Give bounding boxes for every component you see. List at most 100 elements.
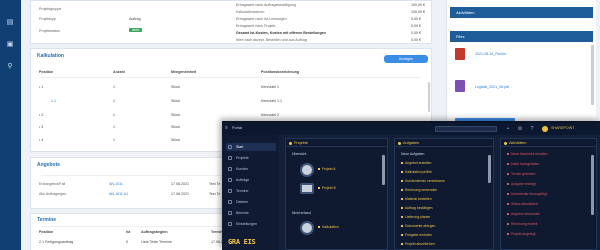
nav-item-customers[interactable]: Kunden [226,165,276,173]
file-name[interactable]: 2021-08-18_Rechn... [475,52,509,56]
column-header[interactable]: Position [39,70,53,74]
scrollbar[interactable] [591,155,594,215]
column-header[interactable]: Termin [211,230,223,234]
status-badge: aktiv [129,28,143,32]
section-title: Angebote [37,162,61,168]
task-item[interactable]: Kalkulation prüfen [401,170,432,174]
cell-qty: 1 [113,113,115,117]
folder-icon [228,156,232,160]
field-label: Kalkulationsstrom [236,10,265,14]
section-title: Kalkulation [37,53,64,59]
activity-item[interactable]: Aufgabe erledigt [507,182,536,186]
list-item[interactable]: Projekt A [318,167,336,171]
activity-item[interactable]: Status aktualisiert [507,202,538,206]
scrollbar[interactable] [488,155,491,183]
activity-item[interactable]: Kommentar hinzugefügt [507,192,547,196]
activity-item[interactable]: Rechnung erstellt [507,222,537,226]
app-sidebar: ▤ ▣ ⚲ [0,0,21,250]
column-header[interactable]: Position [39,230,53,234]
activities-header[interactable]: Aktivitäten [450,7,593,18]
scrollbar[interactable] [428,82,430,112]
nav-item-reports[interactable]: Berichte [226,209,276,217]
image-file-icon [455,80,465,92]
help-icon[interactable]: ? [529,126,535,132]
scrollbar[interactable] [382,155,385,185]
project-avatar-icon[interactable] [300,163,314,177]
gear-icon [228,222,232,226]
calendar-icon [228,189,232,193]
scrollbar[interactable] [591,45,594,105]
person-icon[interactable]: ⚲ [5,62,15,71]
nav-item-dates[interactable]: Termine [226,187,276,195]
task-item[interactable]: Lieferung planen [401,215,430,219]
activity-item[interactable]: Angebot versendet [507,212,539,216]
activity-item[interactable]: Datei hochgeladen [507,162,539,166]
column-header[interactable]: Auftragsbeginn [141,230,168,234]
overlay-app-window: ≡ Portal • ⚙ ? SHAREPOINT Start Projekte… [222,121,600,250]
task-item[interactable]: Freigabe einholen [401,233,432,237]
nav-label: Berichte [236,211,249,215]
settings-icon[interactable]: ⚙ [517,126,523,132]
task-item[interactable]: Dokumente ablegen [401,224,435,228]
show-button[interactable]: Anzeigen [384,55,428,63]
cell-start: Liste Texte Termine [141,240,172,244]
task-item[interactable]: Kundentermin vereinbaren [401,179,445,183]
activity-item[interactable]: Projekt angelegt [507,232,536,236]
briefcase-icon[interactable]: ▣ [5,40,15,49]
calc-avatar-icon[interactable] [300,221,314,235]
nav-item-projects[interactable]: Projekte [226,154,276,162]
search-input[interactable] [435,126,497,132]
company-logo: GRA EIS [228,238,256,246]
offer-link[interactable]: AN-1011 [109,182,123,186]
activity-item[interactable]: Neue Nachricht erhalten [507,152,548,156]
column-header[interactable]: Anzahl [113,70,125,74]
menu-icon[interactable]: ≡ [225,126,230,131]
project-summary-panel: Projektgruppe Projektsyp Auftrag Projekt… [30,0,432,44]
nav-item-start[interactable]: Start [226,143,276,151]
task-item[interactable]: Auftrag bestätigen [401,206,433,210]
section-title: Termine [37,217,57,223]
project-image-icon[interactable] [300,183,314,194]
field-value: 100,00 € [411,3,425,7]
list-item[interactable]: Kalkulation [318,225,339,229]
task-item[interactable]: Angebot erstellen [401,161,431,165]
nav-item-files[interactable]: Dateien [226,198,276,206]
avatar[interactable] [542,126,548,132]
offer-label: Alle Aufträge/gen [39,192,67,196]
field-label: Projektgruppe [39,7,62,11]
task-item[interactable]: Rechnung versenden [401,188,437,192]
cell-position: 1.1 [51,99,56,103]
file-icon [228,200,232,204]
window-title: Portal [232,126,242,130]
cell-unit: Stück [171,85,180,89]
overlay-nav: Start Projekte Kunden Aufträge Termine D… [222,135,279,250]
nav-label: Termine [236,189,249,193]
files-header[interactable]: Files [450,31,593,42]
subheading: Nicht erfasst [292,211,311,215]
list-item[interactable]: Projekt B [318,186,336,190]
subheading: Übersicht [292,152,307,156]
activity-item[interactable]: Termin geändert [507,172,536,176]
column-header: Aktivitäten [501,139,596,147]
document-icon[interactable]: ▤ [5,18,15,27]
task-item[interactable]: Projekt abschließen [401,242,435,246]
column-header[interactable]: Positionsbezeichnung [261,70,299,74]
field-value: 0,00 € [411,38,421,42]
column-header[interactable]: Mengeneinheit [171,70,196,74]
column-header[interactable]: Ist [126,230,130,234]
bell-icon[interactable]: • [505,126,511,132]
offer-link[interactable]: AN-1011 A1 [109,192,128,196]
field-label: Ertragswert nach Projekt [236,24,276,28]
field-value: 100,00 € [411,10,425,14]
file-name[interactable]: Logistik_2021_08.pdf [475,85,509,89]
task-item[interactable]: Material bestellen [401,197,432,201]
column-title: Projekte [294,141,308,145]
cell-unit: Stück [171,138,180,142]
nav-item-orders[interactable]: Aufträge [226,176,276,184]
cell-position: • 4 [39,138,44,142]
status-dot [398,142,401,145]
field-value: 0,00 € [411,31,421,35]
field-label: Projektsyp [39,17,56,21]
nav-item-settings[interactable]: Einstellungen [226,220,276,228]
user-name[interactable]: SHAREPOINT [551,126,574,130]
